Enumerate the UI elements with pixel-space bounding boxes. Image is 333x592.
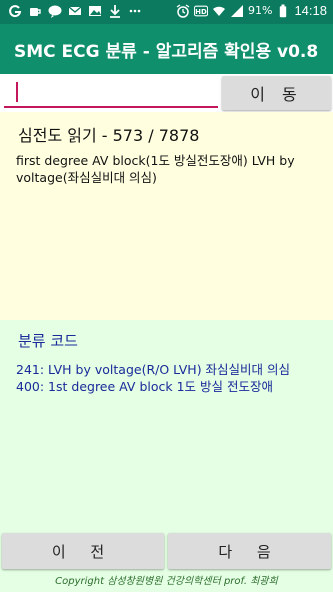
notification-icons: [8, 4, 142, 18]
battery-percent: 91%: [248, 4, 273, 17]
next-button[interactable]: 다 음: [168, 533, 331, 569]
g-app-icon: [9, 5, 22, 18]
text-cursor: [16, 82, 18, 102]
clock: 14:18: [294, 3, 327, 18]
classification-item: 400: 1st degree AV block 1도 방실 전도장애: [16, 379, 273, 394]
reading-text: first degree AV block(1도 방실전도장애) LVH by …: [16, 153, 295, 185]
copyright-text: Copyright 삼성창원병원 건강의학센터 prof. 최광희: [55, 576, 278, 587]
image-icon: [89, 6, 101, 16]
dots-icon: [129, 9, 141, 13]
battery-icon: [280, 4, 287, 17]
svg-text:HD: HD: [195, 8, 207, 16]
status-bar: HD 91% 14:18: [0, 0, 333, 24]
alarm-icon: [176, 3, 190, 18]
classification-header: 분류 코드: [18, 332, 78, 350]
reading-header: 심전도 읽기 - 573 / 7878: [18, 126, 200, 145]
cup-icon: [30, 8, 41, 16]
download-icon: [110, 5, 120, 18]
wifi-icon: [213, 6, 225, 16]
classification-item: 241: LVH by voltage(R/O LVH) 좌심실비대 의심: [16, 362, 291, 377]
hd-icon: HD: [194, 5, 208, 16]
goto-button[interactable]: 이 동: [222, 76, 331, 110]
ecg-reading-panel: 심전도 읽기 - 573 / 7878 first degree AV bloc…: [0, 112, 333, 320]
classification-list: 241: LVH by voltage(R/O LVH) 좌심실비대 의심 40…: [16, 361, 326, 395]
app-bar: SMC ECG 분류 - 알고리즘 확인용 v0.8: [0, 24, 333, 74]
app-title: SMC ECG 분류 - 알고리즘 확인용 v0.8: [14, 42, 319, 62]
talk-icon: [48, 5, 62, 18]
classification-panel: 분류 코드 241: LVH by voltage(R/O LVH) 좌심실비대…: [0, 320, 333, 532]
signal-icon: [231, 4, 243, 17]
mail-icon: [68, 6, 82, 15]
prev-button[interactable]: 이 전: [2, 533, 164, 569]
system-indicators: HD 91% 14:18: [176, 3, 327, 18]
record-number-input[interactable]: [4, 80, 218, 108]
